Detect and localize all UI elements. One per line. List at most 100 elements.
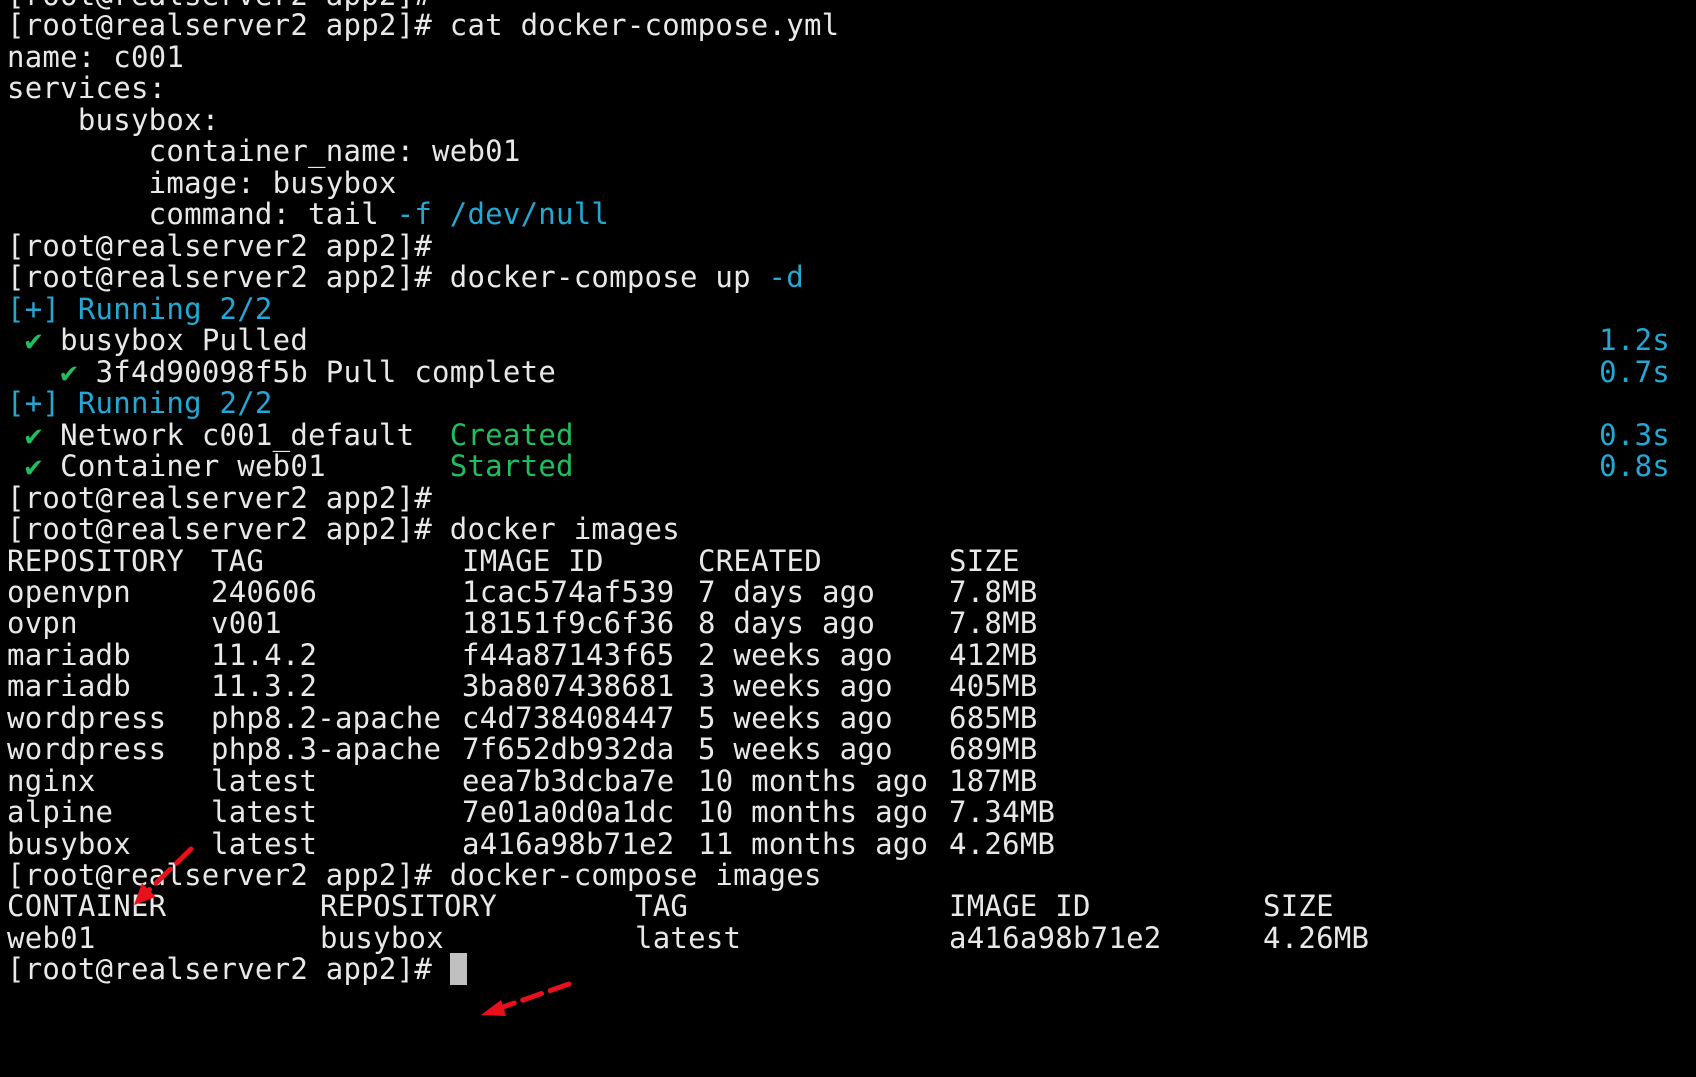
table-cell: web01 [7,921,96,955]
table-cell: nginx [7,764,96,798]
prompt: [root@realserver2 app2]# [7,858,433,892]
command-flag: -d [768,260,804,294]
table-cell: mariadb [7,638,131,672]
yaml-line: name: c001 [7,40,185,74]
table-cell: 11.4.2 [211,638,318,672]
check-icon: ✔ [24,323,43,357]
compose-up-line: [root@realserver2 app2]# docker-compose … [7,260,804,294]
step-duration: 0.8s [1599,449,1670,483]
column-header: REPOSITORY [7,544,185,578]
running-status-label: [+] Running 2/2 [7,292,273,326]
step-duration: 1.2s [1599,323,1670,357]
table-cell: 7e01a0d0a1dc [462,795,675,829]
table-cell: latest [635,921,742,955]
table-cell: 11 months ago [698,827,929,861]
step-duration: 0.3s [1599,418,1670,452]
table-cell: eea7b3dcba7e [462,764,675,798]
table-cell: 7.34MB [949,795,1056,829]
column-header: IMAGE ID [462,544,604,578]
table-cell: 240606 [211,575,318,609]
table-cell: 685MB [949,701,1038,735]
yaml-line: image: busybox [7,166,397,200]
pull-step-line: ✔ 3f4d90098f5b Pull complete [7,355,556,389]
empty-prompt-line: [root@realserver2 app2]# [7,229,432,263]
table-cell: 11.3.2 [211,669,318,703]
column-header: SIZE [949,544,1020,578]
step-text: 3f4d90098f5b Pull complete [95,355,557,389]
prompt: [root@realserver2 app2]# [7,260,433,294]
table-cell: 689MB [949,732,1038,766]
table-cell: f44a87143f65 [462,638,675,672]
table-cell: 18151f9c6f36 [462,606,675,640]
table-cell: 7.8MB [949,606,1038,640]
step-text: Container web01 [60,449,450,483]
text-cursor [449,953,467,985]
pull-step-line: ✔ busybox Pulled [7,323,308,357]
table-cell: 7f652db932da [462,732,675,766]
column-header: TAG [635,889,689,923]
table-cell: ovpn [7,606,78,640]
table-cell: a416a98b71e2 [462,827,675,861]
table-cell: php8.2-apache [211,701,442,735]
table-cell: 7.8MB [949,575,1038,609]
table-cell: latest [211,827,318,861]
step-status: Created [449,418,574,452]
yaml-command-path: /dev/null [449,197,610,231]
table-cell: busybox [7,827,131,861]
column-header: TAG [211,544,265,578]
command-text: docker images [449,512,680,546]
command-text: cat docker-compose.yml [449,8,840,42]
check-icon: ✔ [24,418,43,452]
table-cell: wordpress [7,732,167,766]
table-cell: a416a98b71e2 [949,921,1162,955]
table-cell: 8 days ago [698,606,876,640]
yaml-command-line: command: tail -f /dev/null [7,197,609,231]
yaml-command-prefix: command: tail [7,197,397,231]
yaml-line: services: [7,71,167,105]
table-cell: 10 months ago [698,795,929,829]
arrow-icon [481,981,572,1016]
prompt: [root@realserver2 app2]# [7,512,433,546]
docker-images-line: [root@realserver2 app2]# docker images [7,512,680,546]
check-icon: ✔ [60,355,78,389]
table-cell: alpine [7,795,114,829]
step-status: Started [449,449,574,483]
yaml-command-flag: -f [396,197,433,231]
table-cell: 1cac574af539 [462,575,675,609]
table-cell: 2 weeks ago [698,638,893,672]
table-cell: openvpn [7,575,131,609]
command-text: docker-compose up [449,260,769,294]
column-header: SIZE [1263,889,1334,923]
prompt: [root@realserver2 app2]# [7,952,433,986]
step-text: Network c001_default [60,418,450,452]
table-cell: 10 months ago [698,764,929,798]
terminal-window[interactable]: [root@realserver2 app2]# [root@realserve… [0,0,1696,1077]
create-step-line: ✔ Network c001_default Created [7,418,574,452]
table-cell: 4.26MB [949,827,1056,861]
table-cell: 412MB [949,638,1038,672]
prompt: [root@realserver2 app2]# [7,229,433,263]
table-cell: 5 weeks ago [698,701,893,735]
create-step-line: ✔ Container web01 Started [7,449,574,483]
table-cell: c4d738408447 [462,701,675,735]
empty-prompt-line: [root@realserver2 app2]# [7,481,432,515]
column-header: CONTAINER [7,889,167,923]
column-header: IMAGE ID [949,889,1091,923]
table-cell: wordpress [7,701,167,735]
table-cell: 4.26MB [1263,921,1370,955]
active-prompt-line[interactable]: [root@realserver2 app2]# [7,952,467,986]
check-icon: ✔ [24,449,43,483]
table-cell: mariadb [7,669,131,703]
yaml-line: busybox: [7,103,220,137]
step-indent [7,323,25,357]
running-status-label: [+] Running 2/2 [7,386,273,420]
command-text: docker-compose images [449,858,822,892]
column-header: REPOSITORY [320,889,498,923]
compose-images-line: [root@realserver2 app2]# docker-compose … [7,858,822,892]
table-cell: 3ba807438681 [462,669,675,703]
table-cell: 3 weeks ago [698,669,893,703]
prompt: [root@realserver2 app2]# [7,481,433,515]
table-cell: busybox [320,921,444,955]
table-cell: latest [211,795,318,829]
table-cell: 187MB [949,764,1038,798]
